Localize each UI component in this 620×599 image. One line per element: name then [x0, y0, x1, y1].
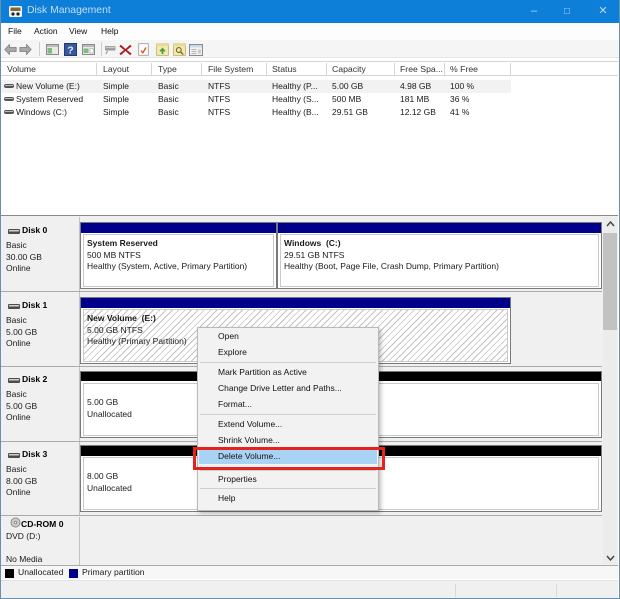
svg-text:?: ?: [67, 45, 73, 57]
